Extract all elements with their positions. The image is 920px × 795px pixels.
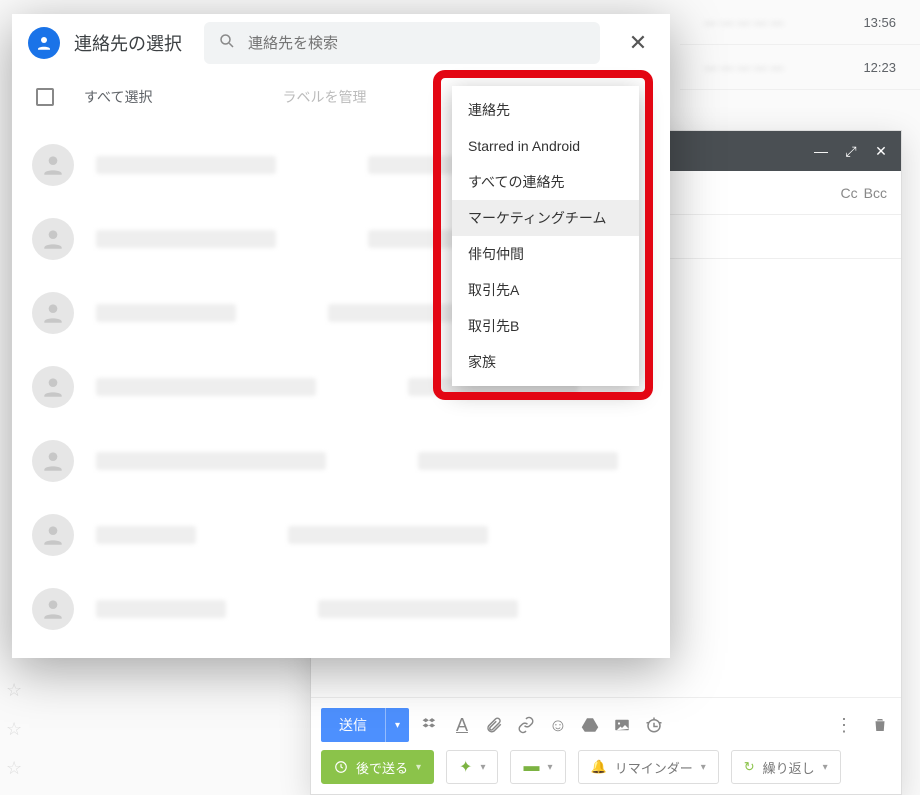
trash-icon[interactable]: [869, 714, 891, 736]
search-icon: [218, 32, 236, 55]
bcc-button[interactable]: Bcc: [864, 185, 887, 201]
star-column: ☆ ☆ ☆: [6, 680, 22, 779]
select-all-checkbox[interactable]: [36, 88, 54, 106]
contact-name: [96, 452, 326, 470]
reminder-label: リマインダー: [615, 758, 693, 777]
avatar: [32, 440, 74, 482]
repeat-label: 繰り返し: [763, 758, 815, 777]
avatar: [32, 366, 74, 408]
attach-icon[interactable]: [483, 714, 505, 736]
modal-header: 連絡先の選択 ✕: [12, 14, 670, 72]
avatar: [32, 144, 74, 186]
label-option[interactable]: Starred in Android: [452, 128, 639, 164]
select-all-label: すべて選択: [84, 87, 152, 107]
inbox-time: 13:56: [863, 15, 896, 30]
send-later-label: 後で送る: [356, 758, 408, 777]
manage-labels-link[interactable]: ラベルを管理: [282, 87, 366, 107]
clock-icon: [334, 760, 348, 774]
label-dropdown: 連絡先Starred in Androidすべての連絡先マーケティングチーム俳句…: [452, 86, 639, 386]
contacts-icon: [28, 27, 60, 59]
chevron-down-icon: ▾: [823, 762, 828, 773]
avatar: [32, 514, 74, 556]
contact-email: [418, 452, 618, 470]
note-icon: ▬: [523, 758, 539, 776]
chevron-down-icon: ▾: [547, 762, 552, 773]
avatar: [32, 292, 74, 334]
close-button[interactable]: ✕: [622, 27, 654, 59]
font-icon[interactable]: A: [451, 714, 473, 736]
inbox-time: 12:23: [863, 60, 896, 75]
inbox-list-fragment: — — — — —13:56 — — — — —12:23: [680, 0, 920, 120]
label-option[interactable]: 連絡先: [452, 92, 639, 128]
star-icon[interactable]: ☆: [6, 680, 22, 701]
contact-email: [318, 600, 518, 618]
search-input[interactable]: [248, 35, 586, 52]
schedule-icon[interactable]: [643, 714, 665, 736]
close-icon[interactable]: ✕: [873, 143, 889, 159]
send-dropdown[interactable]: ▾: [385, 708, 409, 742]
contact-name: [96, 156, 276, 174]
label-option[interactable]: 取引先B: [452, 308, 639, 344]
more-icon[interactable]: ⋮: [833, 714, 855, 736]
puzzle-icon: ✦: [459, 757, 472, 777]
puzzle-button[interactable]: ✦ ▾: [446, 750, 498, 784]
chevron-down-icon: ▾: [480, 762, 485, 773]
compose-footer: 送信 ▾ A ☺ ⋮ 後で送る ▾ ✦ ▾: [311, 697, 901, 794]
contact-row[interactable]: [26, 572, 656, 646]
star-icon[interactable]: ☆: [6, 758, 22, 779]
send-button[interactable]: 送信 ▾: [321, 708, 409, 742]
repeat-icon: ↻: [744, 759, 755, 775]
emoji-icon[interactable]: ☺: [547, 714, 569, 736]
contact-row[interactable]: [26, 424, 656, 498]
label-option[interactable]: 家族: [452, 344, 639, 380]
expand-icon[interactable]: ⤢: [843, 143, 859, 159]
bell-icon: 🔔: [591, 759, 607, 775]
minimize-icon[interactable]: —: [813, 143, 829, 159]
contact-name: [96, 526, 196, 544]
note-button[interactable]: ▬ ▾: [510, 750, 565, 784]
drive-icon[interactable]: [579, 714, 601, 736]
link-icon[interactable]: [515, 714, 537, 736]
send-label: 送信: [321, 715, 385, 735]
contact-row[interactable]: [26, 498, 656, 572]
chevron-down-icon: ▾: [416, 762, 421, 773]
modal-title: 連絡先の選択: [74, 30, 182, 56]
dropbox-icon[interactable]: [419, 714, 441, 736]
star-icon[interactable]: ☆: [6, 719, 22, 740]
contact-email: [288, 526, 488, 544]
contact-name: [96, 304, 236, 322]
search-field[interactable]: [204, 22, 600, 64]
send-later-button[interactable]: 後で送る ▾: [321, 750, 434, 784]
contact-name: [96, 600, 226, 618]
chevron-down-icon: ▾: [701, 762, 706, 773]
contact-name: [96, 378, 316, 396]
label-option[interactable]: 俳句仲間: [452, 236, 639, 272]
label-option[interactable]: すべての連絡先: [452, 164, 639, 200]
avatar: [32, 588, 74, 630]
contact-name: [96, 230, 276, 248]
label-option[interactable]: マーケティングチーム: [452, 200, 639, 236]
label-option[interactable]: 取引先A: [452, 272, 639, 308]
photo-icon[interactable]: [611, 714, 633, 736]
repeat-button[interactable]: ↻ 繰り返し ▾: [731, 750, 841, 784]
avatar: [32, 218, 74, 260]
reminder-button[interactable]: 🔔 リマインダー ▾: [578, 750, 719, 784]
cc-button[interactable]: Cc: [841, 185, 858, 201]
